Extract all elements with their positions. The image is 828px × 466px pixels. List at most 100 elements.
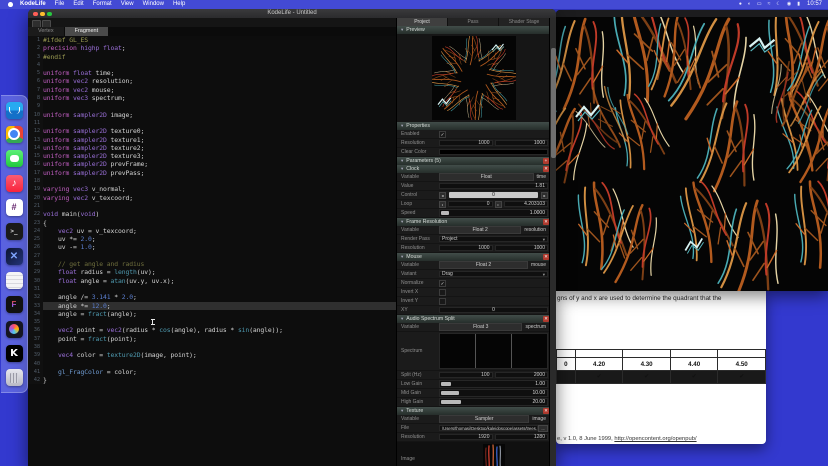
dock-icon-kodelife[interactable]: K [6, 345, 23, 362]
code-line: 30 float angle = atan(uv.y, uv.x); [28, 277, 396, 285]
menu-clock[interactable]: 10:57 [807, 0, 822, 9]
code-line: 26 uv -= 1.0; [28, 243, 396, 251]
dock-icon-app-x[interactable]: ✕ [6, 248, 23, 265]
menu-file[interactable]: File [55, 0, 65, 9]
mouse-type-button[interactable]: Float 2 [439, 261, 528, 269]
apple-menu-icon[interactable] [8, 2, 13, 7]
tab-shader-stage[interactable]: Shader Stage [499, 18, 549, 26]
code-editor[interactable]: 1#ifdef GL_ES2precision highp float;3#en… [28, 36, 396, 466]
dock-icon-figma[interactable]: F [6, 296, 23, 313]
status-icon-4[interactable]: ≈ [768, 0, 771, 9]
clock-reset-button[interactable]: 0 [449, 192, 538, 198]
kodelife-window: KodeLife - Untitled Vertex Fragment 1#if… [28, 9, 556, 466]
low-gain-slider[interactable]: 1.00 [439, 380, 548, 388]
dock-icon-messages[interactable] [6, 150, 23, 167]
code-line: 4 [28, 61, 396, 69]
mid-gain-slider[interactable]: 10.00 [439, 389, 548, 397]
code-line: 42} [28, 376, 396, 384]
code-line: 39 vec4 color = texture2D(image, point); [28, 351, 396, 359]
render-pattern [556, 17, 828, 291]
status-icon-2[interactable]: ◐ [748, 0, 751, 9]
dock-icon-slack[interactable]: # [6, 199, 23, 216]
status-icon-3[interactable]: ▭ [757, 0, 762, 9]
loop-start-field[interactable]: 0 [448, 201, 493, 207]
menu-format[interactable]: Format [93, 0, 112, 9]
browse-file-button[interactable]: ... [538, 425, 548, 432]
split-low-field[interactable]: 100 [439, 372, 493, 378]
section-preview[interactable]: ▾Preview [397, 26, 550, 34]
high-gain-slider[interactable]: 20.00 [439, 398, 548, 406]
frameres-width-field[interactable]: 1000 [439, 245, 493, 251]
loop-toggle-button[interactable]: • [439, 201, 446, 208]
code-line: 28 // get angle and radius [28, 260, 396, 268]
menu-help[interactable]: Help [173, 0, 185, 9]
file-path-field[interactable]: /Users/thomasj/Desktop/kaleidoscope/asse… [439, 425, 538, 431]
clock-step-back-button[interactable]: ◂ [439, 192, 446, 199]
texture-height-field[interactable]: 1280 [495, 434, 549, 440]
menu-view[interactable]: View [121, 0, 134, 9]
clock-type-button[interactable]: Float [439, 173, 534, 181]
enabled-checkbox[interactable]: ✓ [439, 131, 446, 138]
tab-vertex[interactable]: Vertex [28, 27, 64, 36]
dock-icon-notes[interactable] [6, 272, 23, 289]
menu-app-name[interactable]: KodeLife [20, 0, 46, 9]
tab-pass[interactable]: Pass [448, 18, 498, 26]
mouse-variant-dropdown[interactable]: Drag [439, 271, 548, 277]
clear-color-swatch[interactable] [439, 149, 548, 155]
close-button[interactable] [33, 12, 38, 17]
loop-end-field[interactable]: 4.203103 [504, 201, 549, 207]
speed-slider[interactable]: 1.0000 [439, 209, 548, 217]
invert-y-checkbox[interactable] [439, 298, 446, 305]
resolution-height-field[interactable]: 1000 [495, 140, 549, 146]
panel-scrollbar[interactable] [549, 18, 556, 466]
window-titlebar[interactable]: KodeLife - Untitled [28, 9, 556, 18]
dock-icon-trash[interactable] [6, 369, 23, 386]
status-icon-6[interactable]: ◉ [787, 0, 791, 9]
section-texture[interactable]: ▾Texture✕ [397, 407, 550, 415]
frameres-height-field[interactable]: 1000 [495, 245, 549, 251]
resolution-width-field[interactable]: 1000 [439, 140, 493, 146]
license-link[interactable]: http://opencontent.org/openpub/ [614, 436, 696, 442]
shader-stage-tabs: Vertex Fragment [28, 27, 396, 36]
menu-edit[interactable]: Edit [73, 0, 83, 9]
audio-type-button[interactable]: Float 3 [439, 323, 522, 331]
texture-width-field[interactable]: 1920 [439, 434, 493, 440]
dock-icon-terminal[interactable]: >_ [6, 223, 23, 240]
loop-toggle-button-2[interactable]: • [495, 201, 502, 208]
code-line: 3#endif [28, 53, 396, 61]
texture-type-button[interactable]: Sampler [439, 415, 529, 423]
render-pass-dropdown[interactable]: Project [439, 236, 548, 242]
render-window-titlebar[interactable] [556, 10, 828, 17]
table-row: ✔ ✔ ✔ ✔ [557, 371, 766, 384]
pdf-document-window[interactable]: gns of y and x are used to determine the… [556, 291, 766, 444]
dock-icon-finder[interactable] [6, 102, 23, 119]
dock-icon-app-swirl[interactable] [6, 321, 23, 338]
section-properties[interactable]: ▾Properties [397, 122, 550, 130]
dock-icon-music[interactable]: ♪ [6, 175, 23, 192]
minimize-button[interactable] [40, 12, 45, 17]
pdf-table: 0 4.20 4.30 4.40 4.50 ✔ ✔ ✔ ✔ [556, 349, 766, 384]
invert-x-checkbox[interactable] [439, 289, 446, 296]
status-icon-7[interactable]: ▮ [797, 0, 800, 9]
section-parameters[interactable]: ▾Parameters (5)+ [397, 157, 550, 165]
status-icon-1[interactable]: ● [739, 0, 742, 9]
menu-window[interactable]: Window [143, 0, 164, 9]
mouse-xy-field[interactable]: 0 [439, 307, 548, 313]
normalize-checkbox[interactable]: ✓ [439, 280, 446, 287]
dock-icon-chrome[interactable] [6, 126, 23, 143]
section-clock[interactable]: ▾Clock✕ [397, 165, 550, 173]
tab-fragment[interactable]: Fragment [65, 27, 109, 36]
status-icon-5[interactable]: ☾ [776, 0, 780, 9]
zoom-button[interactable] [47, 12, 52, 17]
section-audio-spectrum[interactable]: ▾Audio Spectrum Split✕ [397, 315, 550, 323]
section-frame-resolution[interactable]: ▾Frame Resolution✕ [397, 218, 550, 226]
split-high-field[interactable]: 2000 [495, 372, 549, 378]
clock-step-forward-button[interactable]: ▸ [541, 192, 548, 199]
section-mouse[interactable]: ▾Mouse✕ [397, 253, 550, 261]
table-row [557, 350, 766, 358]
scrollbar-thumb[interactable] [551, 48, 556, 158]
render-output-window[interactable] [556, 10, 828, 291]
frameres-type-button[interactable]: Float 2 [439, 226, 521, 234]
clock-value-field[interactable]: 1.81 [439, 183, 548, 189]
tab-project[interactable]: Project [397, 18, 447, 26]
